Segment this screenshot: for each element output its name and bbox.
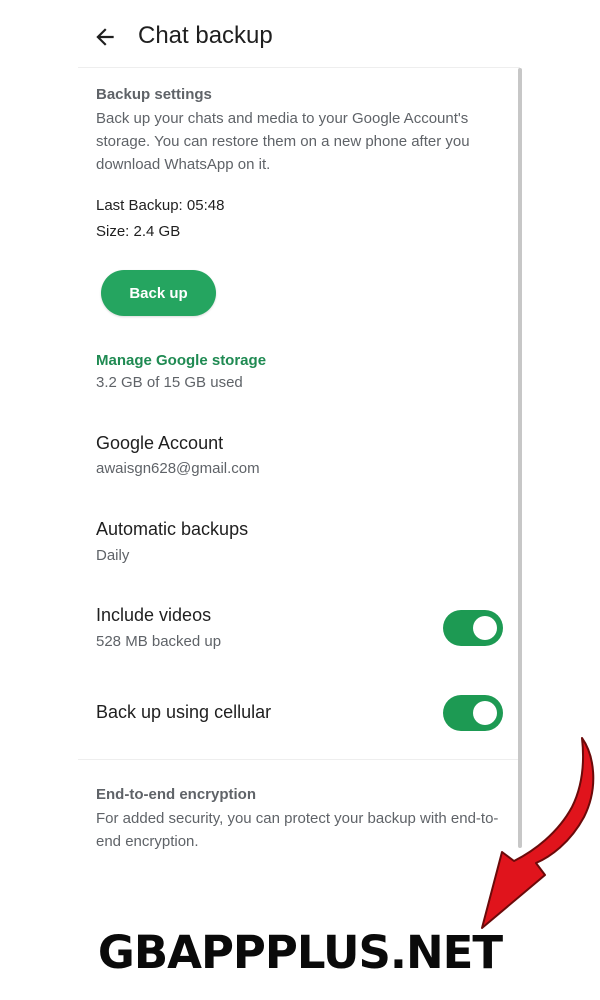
backup-settings-description: Back up your chats and media to your Goo…: [96, 110, 470, 173]
back-up-button[interactable]: Back up: [101, 270, 216, 316]
backup-settings-heading: Backup settings: [96, 86, 212, 103]
encryption-heading: End-to-end encryption: [96, 786, 256, 803]
storage-usage-text: 3.2 GB of 15 GB used: [96, 374, 243, 391]
include-videos-toggle[interactable]: [443, 610, 503, 646]
include-videos-size: 528 MB backed up: [96, 633, 222, 650]
cellular-backup-toggle[interactable]: [443, 695, 503, 731]
red-curved-arrow-icon: [481, 737, 595, 929]
toggle-knob: [473, 616, 497, 640]
automatic-backups-title: Automatic backups: [96, 519, 249, 539]
site-watermark: GBAPPPLUS.NET: [97, 926, 503, 979]
google-account-email: awaisgn628@gmail.com: [96, 460, 260, 477]
section-divider: [78, 759, 518, 760]
automatic-backups-frequency: Daily: [96, 547, 130, 564]
last-backup-text: Last Backup: 05:48: [96, 197, 225, 214]
backup-size-text: Size: 2.4 GB: [96, 223, 181, 240]
toggle-knob: [473, 701, 497, 725]
arrow-back-icon[interactable]: [92, 24, 118, 50]
google-account-title: Google Account: [96, 433, 224, 453]
app-header: Chat backup: [0, 0, 600, 72]
include-videos-title: Include videos: [96, 605, 212, 625]
header-divider: [78, 67, 520, 68]
page-title: Chat backup: [138, 22, 273, 49]
encryption-description: For added security, you can protect your…: [96, 810, 499, 850]
scrollbar[interactable]: [518, 68, 522, 848]
manage-google-storage-link[interactable]: Manage Google storage: [96, 352, 266, 369]
cellular-backup-title: Back up using cellular: [96, 702, 272, 722]
back-up-button-label: Back up: [129, 284, 188, 302]
